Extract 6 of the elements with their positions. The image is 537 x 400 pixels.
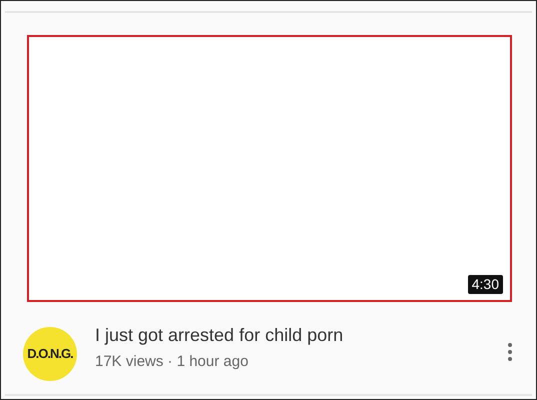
duration-label: 4:30 <box>468 275 503 294</box>
more-icon <box>508 343 512 362</box>
video-meta: 17K views · 1 hour ago <box>95 352 250 372</box>
channel-avatar[interactable]: D.O.N.G. <box>23 327 77 381</box>
video-thumbnail[interactable]: 4:30 <box>27 35 512 302</box>
video-title[interactable]: I just got arrested for child porn <box>95 324 344 348</box>
